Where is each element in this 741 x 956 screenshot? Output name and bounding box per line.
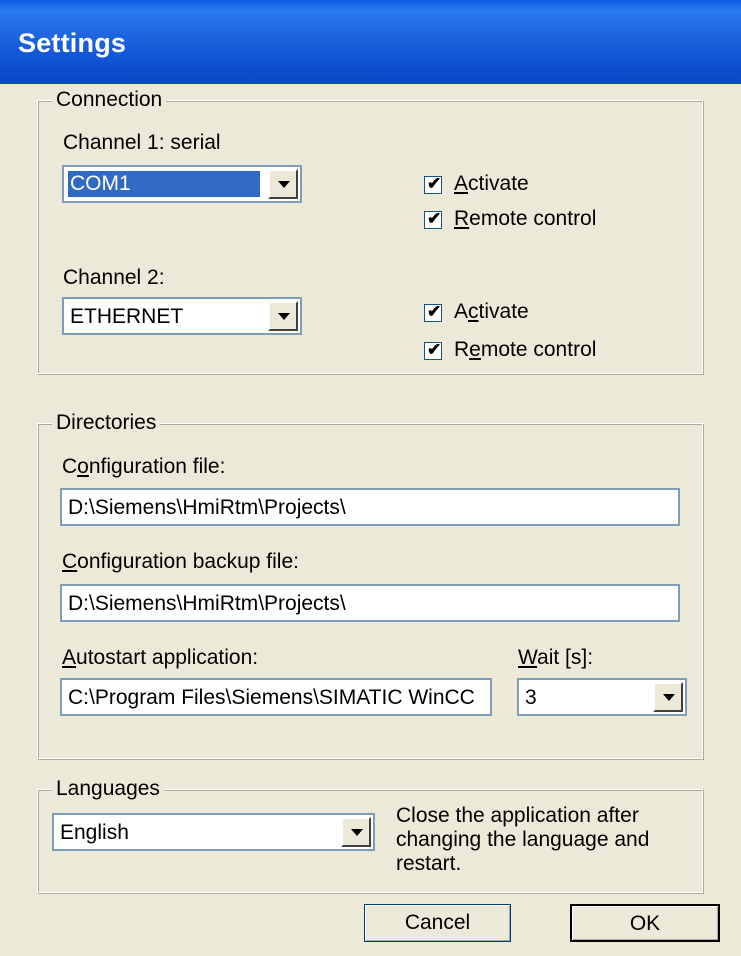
checkmark-icon: ✔ xyxy=(427,302,442,321)
dialog-body: Connection Channel 1: serial COM1 ✔ Acti… xyxy=(0,84,741,956)
chevron-down-icon xyxy=(278,181,290,188)
title-bar[interactable]: Settings xyxy=(0,0,741,84)
languages-group: Languages English Close the application … xyxy=(37,777,703,893)
channel2-select[interactable]: ETHERNET xyxy=(62,297,302,335)
chevron-down-icon xyxy=(278,313,290,320)
channel2-dropdown-button[interactable] xyxy=(268,301,298,331)
cancel-button[interactable]: Cancel xyxy=(364,904,511,942)
channel2-label: Channel 2: xyxy=(63,266,165,289)
language-select-value: English xyxy=(60,821,129,844)
wait-dropdown-button[interactable] xyxy=(653,682,683,712)
chevron-down-icon xyxy=(663,694,675,701)
wait-select-value: 3 xyxy=(525,686,537,709)
channel1-dropdown-button[interactable] xyxy=(268,169,298,199)
connection-group: Connection Channel 1: serial COM1 ✔ Acti… xyxy=(37,88,703,374)
cancel-button-label: Cancel xyxy=(404,911,471,934)
autostart-value: C:\Program Files\Siemens\SIMATIC WinCC xyxy=(68,686,475,709)
checkmark-icon: ✔ xyxy=(427,209,442,228)
autostart-input[interactable]: C:\Program Files\Siemens\SIMATIC WinCC xyxy=(60,678,492,716)
wait-label: Wait [s]: xyxy=(518,646,594,669)
checkmark-icon: ✔ xyxy=(427,340,442,359)
checkmark-icon: ✔ xyxy=(427,174,442,193)
channel2-activate-label[interactable]: Activate xyxy=(454,300,529,324)
connection-legend: Connection xyxy=(52,88,167,112)
autostart-label: Autostart application: xyxy=(62,646,259,669)
config-file-label: Configuration file: xyxy=(62,455,226,478)
language-help-text: Close the application after changing the… xyxy=(396,804,650,875)
channel1-select[interactable]: COM1 xyxy=(62,165,302,203)
channel2-remote-label[interactable]: Remote control xyxy=(454,338,596,362)
channel1-activate-checkbox[interactable]: ✔ xyxy=(424,174,442,194)
channel2-remote-checkbox[interactable]: ✔ xyxy=(424,340,442,360)
backup-file-label: Configuration backup file: xyxy=(62,550,299,573)
languages-legend: Languages xyxy=(52,777,164,801)
channel1-remote-label[interactable]: Remote control xyxy=(454,207,596,231)
wait-select[interactable]: 3 xyxy=(517,678,687,716)
ok-button[interactable]: OK xyxy=(570,904,720,942)
language-select[interactable]: English xyxy=(52,813,375,851)
channel1-activate-label[interactable]: Activate xyxy=(454,172,529,196)
channel1-label: Channel 1: serial xyxy=(63,131,221,154)
chevron-down-icon xyxy=(351,829,363,836)
channel2-activate-checkbox[interactable]: ✔ xyxy=(424,302,442,322)
channel2-select-value: ETHERNET xyxy=(70,305,184,328)
config-file-input[interactable]: D:\Siemens\HmiRtm\Projects\ xyxy=(60,488,680,526)
channel1-select-value: COM1 xyxy=(68,171,260,197)
language-dropdown-button[interactable] xyxy=(341,817,371,847)
directories-group: Directories Configuration file: D:\Sieme… xyxy=(37,411,703,759)
backup-file-input[interactable]: D:\Siemens\HmiRtm\Projects\ xyxy=(60,584,680,622)
backup-file-value: D:\Siemens\HmiRtm\Projects\ xyxy=(68,592,346,615)
channel1-remote-checkbox[interactable]: ✔ xyxy=(424,209,442,229)
directories-legend: Directories xyxy=(52,411,161,435)
config-file-value: D:\Siemens\HmiRtm\Projects\ xyxy=(68,496,346,519)
ok-button-label: OK xyxy=(629,912,661,935)
window-title: Settings xyxy=(18,28,127,58)
